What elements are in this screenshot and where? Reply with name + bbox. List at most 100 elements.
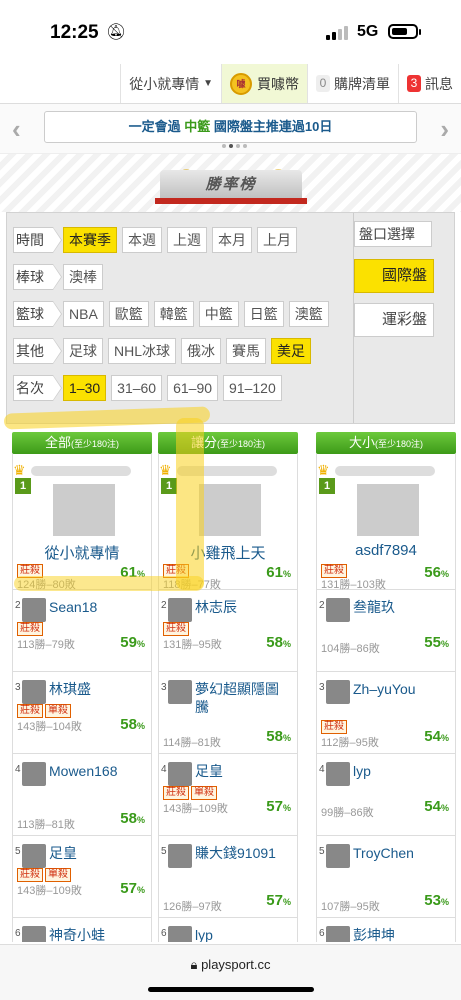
win-loss-record: 99勝–86敗 [321, 807, 374, 819]
filter-option[interactable]: 韓籃 [153, 300, 194, 327]
cart-button[interactable]: 0 購牌清單 [307, 64, 398, 103]
rank-card[interactable]: 4 Mowen168 113勝–81敗 58% [12, 754, 152, 836]
player-name[interactable]: 賺大錢91091 [195, 844, 291, 862]
avatar[interactable] [53, 484, 115, 536]
rank-number: 5 [15, 846, 21, 857]
avatar[interactable] [168, 926, 192, 942]
player-name[interactable]: TroyChen [353, 844, 449, 862]
player-name[interactable]: 叁龍玖 [353, 598, 449, 616]
filter-option[interactable]: 日籃 [243, 300, 284, 327]
filter-option[interactable]: 足球 [63, 337, 103, 364]
home-indicator[interactable] [148, 987, 314, 992]
rank-card[interactable]: 2 Sean18 莊殺 113勝–79敗 59% [12, 590, 152, 672]
intl-odds-button[interactable]: 國際盤 [354, 259, 434, 293]
player-name[interactable]: 夢幻超顯隱圖騰 [195, 680, 291, 716]
avatar[interactable] [199, 484, 261, 536]
avatar[interactable] [326, 844, 350, 868]
cart-count-badge: 0 [316, 75, 330, 92]
filter-option[interactable]: 本賽季 [63, 226, 117, 253]
chevron-right-icon[interactable]: › [440, 114, 449, 145]
win-rate-unit: % [440, 639, 449, 649]
rank-badge: 1 [15, 478, 31, 494]
rank-card[interactable]: 3 夢幻超顯隱圖騰 114勝–81敗 58% [158, 672, 298, 754]
player-name[interactable]: Mowen168 [49, 762, 145, 780]
messages-button[interactable]: 3 訊息 [398, 64, 461, 103]
win-rate: 59% [120, 634, 145, 651]
filter-option[interactable]: 31–60 [111, 374, 163, 401]
filter-option[interactable]: 中籃 [198, 300, 239, 327]
filter-option[interactable]: 歐籃 [108, 300, 149, 327]
avatar[interactable] [168, 680, 192, 704]
badge-tag: 莊殺 [321, 720, 347, 734]
filter-option[interactable]: 1–30 [63, 374, 107, 401]
badge-tag: 莊殺 [163, 786, 189, 800]
rank-card[interactable]: 4 lyp 99勝–86敗 54% [316, 754, 456, 836]
rank-number: 6 [15, 928, 21, 939]
player-name[interactable]: asdf7894 [317, 542, 455, 559]
lottery-odds-button[interactable]: 運彩盤 [354, 303, 434, 337]
filter-option[interactable]: 上月 [257, 226, 297, 253]
status-bar: 12:25 🔕︎ 5G [0, 0, 461, 64]
filter-option[interactable]: NHL冰球 [108, 337, 177, 364]
top-rank-card[interactable]: ♛ 1 asdf7894 莊殺 131勝–103敗 56% [316, 454, 456, 591]
banner-text[interactable]: 一定會過 中籃 國際盤主推連過10日 [44, 111, 417, 143]
filter-option[interactable]: 上週 [167, 226, 207, 253]
column-header[interactable]: 大小(至少180注) [316, 432, 456, 454]
promo-banner: ‹ 一定會過 中籃 國際盤主推連過10日 › [0, 104, 461, 154]
filter-option[interactable]: 賽馬 [226, 337, 267, 364]
rank-card[interactable]: 2 叁龍玖 104勝–86敗 55% [316, 590, 456, 672]
avatar[interactable] [326, 598, 350, 622]
player-name[interactable]: 林琪盛 [49, 680, 145, 698]
filter-option[interactable]: 美足 [271, 337, 312, 364]
bell-muted-icon: 🔕︎ [106, 24, 127, 41]
win-loss-record: 104勝–86敗 [321, 643, 380, 655]
rank-number: 2 [15, 600, 21, 611]
rank-card[interactable]: 6lyp106勝–80敗57% [158, 918, 298, 942]
rank-card[interactable]: 5 賺大錢91091 126勝–97敗 57% [158, 836, 298, 918]
filter-option[interactable]: 61–90 [167, 374, 219, 401]
avatar[interactable] [326, 680, 350, 704]
avatar[interactable] [357, 484, 419, 536]
rank-card[interactable]: 3 林琪盛 莊殺 單殺 143勝–104敗 58% [12, 672, 152, 754]
rank-card[interactable]: 3 Zh–yuYou 莊殺 112勝–95敗 54% [316, 672, 456, 754]
column-subtitle: (至少180注) [217, 439, 266, 449]
rank-card[interactable]: 6神奇小蛙莊殺 [12, 918, 152, 942]
player-name[interactable]: Sean18 [49, 598, 145, 616]
avatar[interactable] [22, 762, 46, 786]
url-bar[interactable]: 🔒︎ playsport.cc [0, 957, 461, 973]
filter-option[interactable]: 澳籃 [288, 300, 329, 327]
top-rank-card[interactable]: ♛1從小就專情莊殺124勝–80敗61% [12, 454, 152, 591]
highlighter-mark [176, 418, 204, 590]
avatar[interactable] [22, 926, 46, 942]
player-name[interactable]: 彭坤坤 [353, 926, 449, 942]
rank-number: 4 [15, 764, 21, 775]
rank-card[interactable]: 5 足皇 莊殺 單殺 143勝–109敗 57% [12, 836, 152, 918]
avatar[interactable] [168, 844, 192, 868]
filter-option[interactable]: NBA [63, 300, 104, 327]
column-header[interactable]: 全部(至少180注) [12, 432, 152, 454]
player-name[interactable]: Zh–yuYou [353, 680, 449, 698]
user-menu[interactable]: 從小就專情 ▼ [120, 64, 221, 103]
player-name[interactable]: 神奇小蛙 [49, 926, 145, 942]
filter-option[interactable]: 俄冰 [181, 337, 222, 364]
filter-option[interactable]: 本月 [212, 226, 252, 253]
rank-card[interactable]: 6彭坤坤129勝–119敗52% [316, 918, 456, 942]
filter-option[interactable]: 91–120 [223, 374, 282, 401]
filter-option[interactable]: 本週 [122, 226, 162, 253]
avatar[interactable] [326, 926, 350, 942]
avatar[interactable] [326, 762, 350, 786]
rank-card[interactable]: 4 足皇 莊殺 單殺 143勝–109敗 57% [158, 754, 298, 836]
win-loss-record: 113勝–81敗 [17, 819, 75, 831]
win-rate-value: 59 [120, 634, 137, 651]
player-name[interactable]: lyp [353, 762, 449, 780]
player-name[interactable]: 林志辰 [195, 598, 291, 616]
rank-card[interactable]: 2 林志辰 莊殺 131勝–95敗 58% [158, 590, 298, 672]
buy-coin-button[interactable]: 噱買噱幣 [221, 64, 307, 103]
chevron-left-icon[interactable]: ‹ [12, 114, 21, 145]
player-name[interactable]: 足皇 [49, 844, 145, 862]
player-name[interactable]: lyp [195, 926, 291, 942]
coin-icon: 噱 [230, 72, 252, 95]
rank-card[interactable]: 5 TroyChen 107勝–95敗 53% [316, 836, 456, 918]
filter-option[interactable]: 澳棒 [63, 263, 103, 290]
player-name[interactable]: 足皇 [195, 762, 291, 780]
